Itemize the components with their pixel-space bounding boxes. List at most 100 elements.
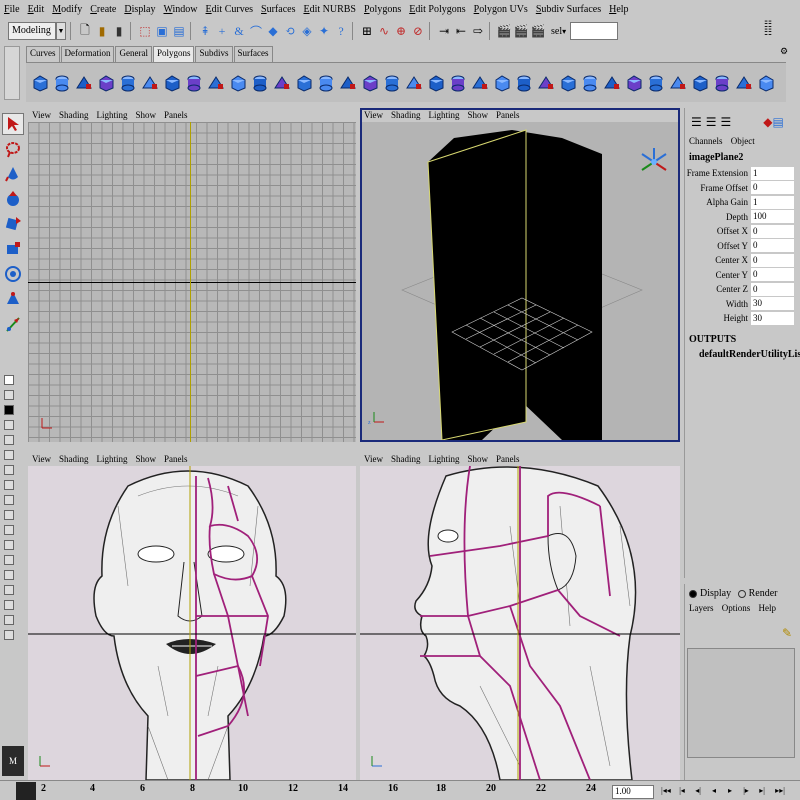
pick-rendering-icon[interactable]: ✦ (317, 23, 331, 39)
panel-menu-view[interactable]: View (364, 454, 383, 464)
play-forwards-icon[interactable]: ▸ (724, 784, 736, 798)
render-radio[interactable] (737, 589, 746, 598)
menu-polygons[interactable]: Polygons (364, 4, 401, 15)
panel-menu-shading[interactable]: Shading (391, 454, 421, 464)
tab-polygons[interactable]: Polygons (152, 46, 195, 62)
attr-row-alpha-gain[interactable]: Alpha Gain 1 (685, 195, 800, 210)
attr-value-field[interactable]: 0 (751, 253, 794, 267)
poly-cut-icon[interactable] (272, 72, 292, 94)
attribute-editor-view-icon[interactable]: ☰ (706, 115, 717, 130)
panel-menu-lighting[interactable]: Lighting (96, 110, 127, 120)
poly-combine-icon[interactable] (470, 72, 490, 94)
poly-separate-icon[interactable] (492, 72, 512, 94)
step-forward-key-icon[interactable]: |▸ (740, 784, 752, 798)
display-radio[interactable] (689, 589, 697, 598)
panel-menu-lighting[interactable]: Lighting (96, 454, 127, 464)
attr-value-field[interactable]: 0 (751, 224, 794, 238)
menu-display[interactable]: Display (124, 4, 155, 15)
poly-duplicate-icon[interactable] (580, 72, 600, 94)
current-frame-marker[interactable] (16, 782, 36, 800)
tab-general[interactable]: General (115, 46, 152, 62)
attr-value-field[interactable]: 1 (751, 195, 794, 209)
side-viewport[interactable] (360, 466, 680, 780)
menu-edit-polygons[interactable]: Edit Polygons (409, 4, 465, 15)
menu-window[interactable]: Window (163, 4, 197, 15)
tab-surfaces[interactable]: Surfaces (233, 46, 273, 62)
step-forward-icon[interactable]: ▸| (756, 784, 768, 798)
scale-tool-icon[interactable] (2, 238, 24, 260)
time-slider[interactable]: 2 4 6 8 10 12 14 16 18 20 22 24 1.00 |◂◂… (0, 780, 800, 800)
output-ops-icon[interactable]: ⇨ (471, 23, 485, 39)
poly-triangulate-icon[interactable] (382, 72, 402, 94)
custom-layout-6-icon[interactable] (4, 630, 14, 640)
select-component-icon[interactable]: ▤ (172, 23, 186, 39)
front-view-panel[interactable]: View Shading Lighting Show Panels (28, 452, 356, 780)
panel-menu-lighting[interactable]: Lighting (428, 110, 459, 120)
poly-fill-hole-icon[interactable] (426, 72, 446, 94)
shelf-options-icon[interactable]: ⚙ (780, 46, 788, 57)
attr-row-frame-extension[interactable]: Frame Extension 1 (685, 166, 800, 181)
outliner-layout-icon[interactable] (4, 480, 14, 490)
dope-sheet-layout-icon[interactable] (4, 525, 14, 535)
attr-row-height[interactable]: Height 30 (685, 311, 800, 326)
poly-quadrangulate-icon[interactable] (404, 72, 424, 94)
pick-deformers-icon[interactable]: ⟲ (283, 23, 297, 39)
attr-row-frame-offset[interactable]: Frame Offset 0 (685, 181, 800, 196)
poly-planar-map-icon[interactable] (668, 72, 688, 94)
go-to-end-icon[interactable]: ▸▸| (774, 784, 786, 798)
panel-menu-panels[interactable]: Panels (164, 110, 188, 120)
poly-smooth-icon[interactable] (338, 72, 358, 94)
layer-menu-options[interactable]: Options (722, 603, 751, 613)
tool-settings-icon[interactable]: ◆ (763, 115, 772, 130)
tab-subdivs[interactable]: Subdivs (195, 46, 233, 62)
poly-auto-map-icon[interactable] (734, 72, 754, 94)
shelf-menu-handle[interactable] (4, 46, 20, 100)
panel-menu-show[interactable]: Show (135, 110, 156, 120)
output-node-name[interactable]: defaultRenderUtilityList1 (685, 349, 800, 360)
poly-mirror-icon[interactable] (448, 72, 468, 94)
poly-plane-icon[interactable] (96, 72, 116, 94)
channel-box-menu-object[interactable]: Object (731, 136, 755, 146)
tab-curves[interactable]: Curves (26, 46, 60, 62)
menu-subdiv-surfaces[interactable]: Subdiv Surfaces (536, 4, 601, 15)
panel-menu-view[interactable]: View (32, 454, 51, 464)
pick-handles-icon[interactable]: + (215, 23, 229, 39)
four-view-layout-icon[interactable] (4, 390, 14, 400)
trax-layout-icon[interactable] (4, 540, 14, 550)
persp-hypershade-layout-icon[interactable] (4, 435, 14, 445)
panel-menu-panels[interactable]: Panels (496, 454, 520, 464)
pick-surfaces-icon[interactable]: ◆ (266, 23, 280, 39)
two-view-layout-icon[interactable] (4, 450, 14, 460)
pick-mask-icon[interactable]: ⇞ (198, 23, 212, 39)
persp-graph-layout-icon[interactable] (4, 420, 14, 430)
universal-manipulator-icon[interactable] (2, 263, 24, 285)
single-view-layout-icon[interactable] (4, 375, 14, 385)
layer-editor-view-icon[interactable]: ☰ (721, 115, 732, 130)
poly-cone-icon[interactable] (74, 72, 94, 94)
panel-menu-shading[interactable]: Shading (59, 454, 89, 464)
poly-extrude-icon[interactable] (162, 72, 182, 94)
poly-bridge-icon[interactable] (316, 72, 336, 94)
snap-view-plane-icon[interactable]: ⊘ (411, 23, 425, 39)
menu-help[interactable]: Help (609, 4, 628, 15)
panel-menu-shading[interactable]: Shading (391, 110, 421, 120)
view-cube-icon[interactable] (641, 148, 667, 171)
poly-extract-icon[interactable] (602, 72, 622, 94)
custom-layout-2-icon[interactable] (4, 570, 14, 580)
menu-create[interactable]: Create (90, 4, 116, 15)
layer-menu-layers[interactable]: Layers (689, 603, 714, 613)
panel-menu-show[interactable]: Show (135, 454, 156, 464)
front-viewport[interactable] (28, 466, 356, 780)
tab-deformation[interactable]: Deformation (60, 46, 115, 62)
select-tool-icon[interactable] (2, 113, 24, 135)
new-layer-icon[interactable]: ✎ (782, 626, 792, 641)
attr-row-width[interactable]: Width 30 (685, 297, 800, 312)
menu-edit-curves[interactable]: Edit Curves (206, 4, 254, 15)
render-icon[interactable]: 🎬 (497, 23, 512, 39)
mode-selector[interactable]: Modeling (8, 22, 56, 40)
poly-uv-map-icon[interactable] (646, 72, 666, 94)
poly-append-icon[interactable] (294, 72, 314, 94)
panel-menu-panels[interactable]: Panels (496, 110, 520, 120)
snap-point-icon[interactable]: ⊕ (394, 23, 408, 39)
channel-box-menu-channels[interactable]: Channels (689, 136, 723, 146)
